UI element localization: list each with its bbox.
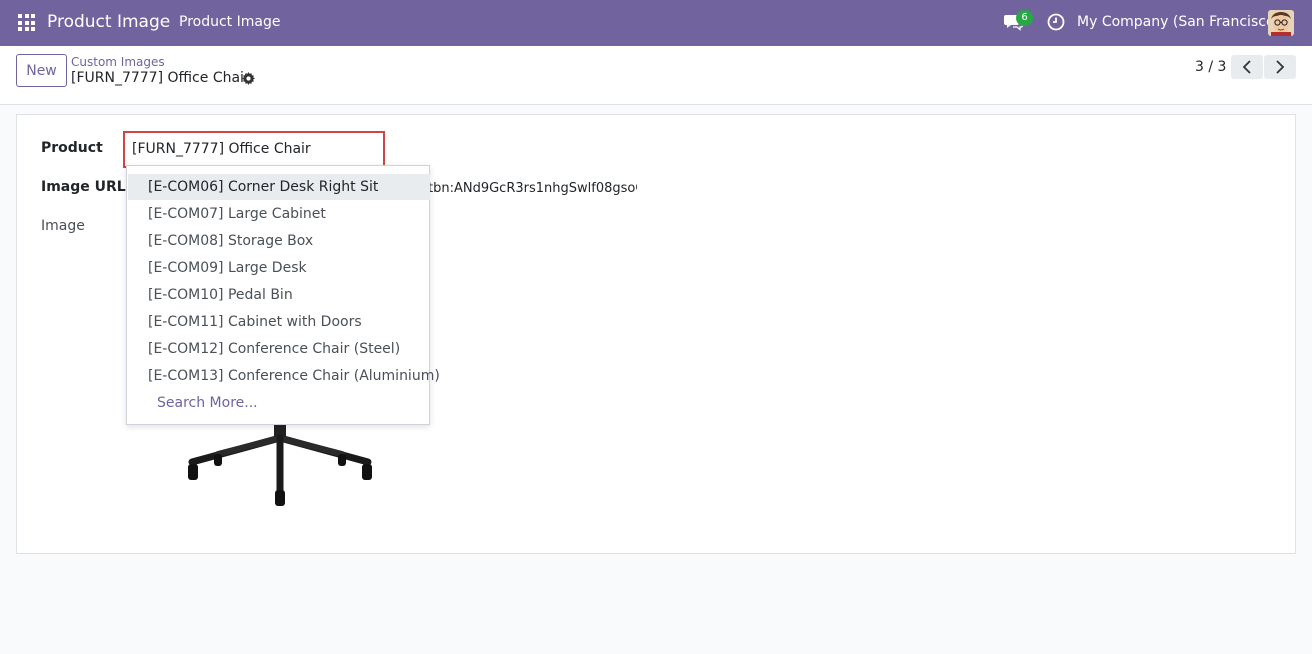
dropdown-item[interactable]: [E-COM11] Cabinet with Doors xyxy=(128,309,430,335)
image-url-label: Image URL xyxy=(41,179,126,195)
gear-icon[interactable] xyxy=(242,72,255,85)
pager-next-button[interactable] xyxy=(1264,55,1296,79)
app-title[interactable]: Product Image xyxy=(47,12,170,32)
search-more-link[interactable]: Search More... xyxy=(157,390,258,416)
chevron-right-icon xyxy=(1276,60,1285,74)
dropdown-item[interactable]: [E-COM09] Large Desk xyxy=(128,255,430,281)
product-image[interactable] xyxy=(180,410,380,510)
dropdown-item[interactable]: [E-COM10] Pedal Bin xyxy=(128,282,430,308)
menu-item-product-image[interactable]: Product Image xyxy=(179,14,280,30)
dropdown-item[interactable]: [E-COM13] Conference Chair (Aluminium) xyxy=(128,363,440,389)
chat-count-badge: 6 xyxy=(1016,10,1033,26)
user-avatar[interactable] xyxy=(1268,10,1294,36)
dropdown-item[interactable]: [E-COM07] Large Cabinet xyxy=(128,201,430,227)
top-navbar: Product Image Product Image 6 My Company… xyxy=(0,0,1312,46)
product-autocomplete-dropdown: [E-COM06] Corner Desk Right Sit [E-COM07… xyxy=(126,165,440,425)
apps-grid-icon[interactable] xyxy=(18,14,35,31)
breadcrumb-custom-images[interactable]: Custom Images xyxy=(71,55,165,69)
product-input[interactable]: [FURN_7777] Office Chair xyxy=(123,131,385,168)
pager-previous-button[interactable] xyxy=(1231,55,1263,79)
company-switcher[interactable]: My Company (San Francisco) xyxy=(1077,14,1280,30)
product-label: Product xyxy=(41,140,103,156)
pager-value: 3 / 3 xyxy=(1195,59,1227,75)
image-url-field[interactable]: tbn:ANd9GcR3rs1nhgSwlf08gsoC xyxy=(428,181,637,196)
clock-icon[interactable] xyxy=(1047,13,1065,31)
chevron-left-icon xyxy=(1242,60,1251,74)
new-button[interactable]: New xyxy=(16,54,67,87)
dropdown-item[interactable]: [E-COM08] Storage Box xyxy=(128,228,430,254)
dropdown-item[interactable]: [E-COM12] Conference Chair (Steel) xyxy=(128,336,430,362)
breadcrumb-current-record: [FURN_7777] Office Chair xyxy=(71,70,250,86)
image-label: Image xyxy=(41,218,85,234)
dropdown-item[interactable]: [E-COM06] Corner Desk Right Sit xyxy=(128,174,430,200)
control-panel: New Custom Images [FURN_7777] Office Cha… xyxy=(0,46,1312,105)
